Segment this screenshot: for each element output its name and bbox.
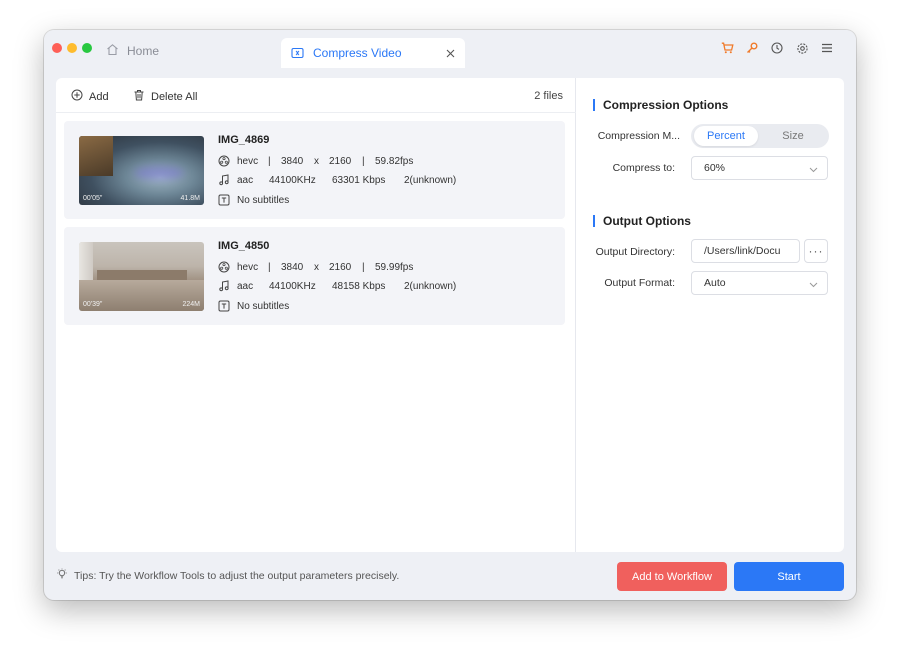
add-button[interactable]: Add	[71, 89, 109, 104]
file-name: IMG_4850	[218, 240, 270, 252]
audio-codec: aac	[237, 280, 254, 292]
video-fps: 59.82fps	[375, 155, 414, 167]
video-duration: 00'05"	[83, 195, 103, 202]
video-size: 224M	[182, 301, 200, 308]
app-window: Home Compress Video Add Delete All 2 fil…	[44, 30, 856, 600]
audio-channels: 2(unknown)	[404, 280, 457, 292]
video-thumbnail: 00'39" 224M	[79, 242, 204, 311]
key-icon[interactable]	[745, 41, 759, 55]
subtitle-info-row: No subtitles	[218, 193, 518, 207]
zoom-window-button[interactable]	[82, 43, 92, 53]
minimize-window-button[interactable]	[67, 43, 77, 53]
menu-icon[interactable]	[820, 41, 834, 55]
resolution-x: x	[314, 155, 319, 167]
subtitle-icon	[218, 300, 230, 312]
subtitles-status: No subtitles	[237, 194, 290, 206]
video-fps: 59.99fps	[375, 261, 414, 273]
separator: |	[268, 261, 271, 273]
audio-channels: 2(unknown)	[404, 174, 457, 186]
tips-bar: Tips: Try the Workflow Tools to adjust t…	[56, 568, 399, 583]
music-note-icon	[218, 174, 230, 186]
start-button[interactable]: Start	[734, 562, 844, 591]
output-options-title: Output Options	[593, 215, 691, 227]
audio-sample-rate: 44100KHz	[269, 280, 316, 292]
audio-sample-rate: 44100KHz	[269, 174, 316, 186]
trash-icon	[133, 89, 145, 104]
separator: |	[362, 155, 365, 167]
cart-icon[interactable]	[720, 41, 734, 55]
compression-mode-toggle: Percent Size	[691, 124, 829, 148]
tab-compress-video[interactable]: Compress Video	[281, 38, 465, 68]
compression-mode-label: Compression M...	[597, 130, 680, 142]
lightbulb-icon	[56, 568, 68, 583]
delete-all-button[interactable]: Delete All	[133, 89, 197, 104]
mode-percent-option[interactable]: Percent	[694, 126, 758, 146]
output-format-select[interactable]: Auto	[691, 271, 828, 295]
music-note-icon	[218, 280, 230, 292]
output-format-label: Output Format:	[604, 277, 675, 289]
add-icon	[71, 89, 83, 104]
window-controls	[52, 43, 92, 53]
mode-size-option[interactable]: Size	[761, 126, 825, 146]
chevron-down-icon	[809, 164, 818, 176]
video-codec: hevc	[237, 155, 259, 167]
file-list-panel: Add Delete All 2 files 00'05" 41.8M IMG_…	[56, 78, 576, 552]
video-info-row: hevc | 3840 x 2160 | 59.99fps	[218, 260, 518, 274]
video-info-row: hevc | 3840 x 2160 | 59.82fps	[218, 154, 518, 168]
home-icon	[106, 43, 119, 59]
tab-home-label: Home	[127, 44, 160, 58]
video-codec: hevc	[237, 261, 259, 273]
separator: |	[268, 155, 271, 167]
file-list-header: Add Delete All 2 files	[56, 78, 576, 113]
video-stream-icon	[218, 155, 230, 167]
file-count: 2 files	[534, 90, 563, 102]
compress-to-value: 60%	[704, 162, 726, 174]
history-icon[interactable]	[770, 41, 784, 55]
audio-bitrate: 48158 Kbps	[332, 280, 386, 292]
settings-icon[interactable]	[795, 41, 809, 55]
toolbar-icons	[720, 41, 834, 55]
audio-bitrate: 63301 Kbps	[332, 174, 386, 186]
video-width: 3840	[281, 261, 304, 273]
output-directory-label: Output Directory:	[595, 246, 675, 258]
subtitle-icon	[218, 194, 230, 206]
tab-compress-video-label: Compress Video	[313, 46, 402, 60]
chevron-down-icon	[809, 279, 818, 291]
audio-info-row: aac 44100KHz 48158 Kbps 2(unknown)	[218, 279, 518, 293]
tab-home[interactable]: Home	[106, 42, 159, 60]
video-thumbnail: 00'05" 41.8M	[79, 136, 204, 205]
close-window-button[interactable]	[52, 43, 62, 53]
options-panel: Compression Options Compression M... Per…	[577, 78, 844, 552]
video-width: 3840	[281, 155, 304, 167]
compress-to-label: Compress to:	[612, 162, 675, 174]
compress-to-select[interactable]: 60%	[691, 156, 828, 180]
file-name: IMG_4869	[218, 134, 270, 146]
subtitle-info-row: No subtitles	[218, 299, 518, 313]
file-card[interactable]: 00'05" 41.8M IMG_4869 hevc | 3840 x 2160…	[64, 121, 565, 219]
output-directory-field[interactable]: /Users/link/Docu	[691, 239, 800, 263]
separator: |	[362, 261, 365, 273]
delete-all-label: Delete All	[151, 90, 198, 103]
add-to-workflow-button[interactable]: Add to Workflow	[617, 562, 727, 591]
subtitles-status: No subtitles	[237, 300, 290, 312]
video-size: 41.8M	[180, 195, 200, 202]
add-label: Add	[89, 90, 109, 103]
video-stream-icon	[218, 261, 230, 273]
video-height: 2160	[329, 155, 352, 167]
audio-info-row: aac 44100KHz 63301 Kbps 2(unknown)	[218, 173, 518, 187]
audio-codec: aac	[237, 174, 254, 186]
browse-directory-button[interactable]: ···	[804, 239, 828, 263]
title-bar: Home Compress Video	[44, 30, 856, 70]
video-duration: 00'39"	[83, 301, 103, 308]
output-format-value: Auto	[704, 277, 726, 289]
tips-text: Tips: Try the Workflow Tools to adjust t…	[74, 569, 400, 582]
compression-options-title: Compression Options	[593, 99, 728, 111]
close-tab-icon[interactable]	[443, 46, 457, 60]
file-card[interactable]: 00'39" 224M IMG_4850 hevc | 3840 x 2160 …	[64, 227, 565, 325]
video-height: 2160	[329, 261, 352, 273]
resolution-x: x	[314, 261, 319, 273]
main-content: Add Delete All 2 files 00'05" 41.8M IMG_…	[56, 78, 844, 552]
compress-video-icon	[291, 47, 304, 59]
